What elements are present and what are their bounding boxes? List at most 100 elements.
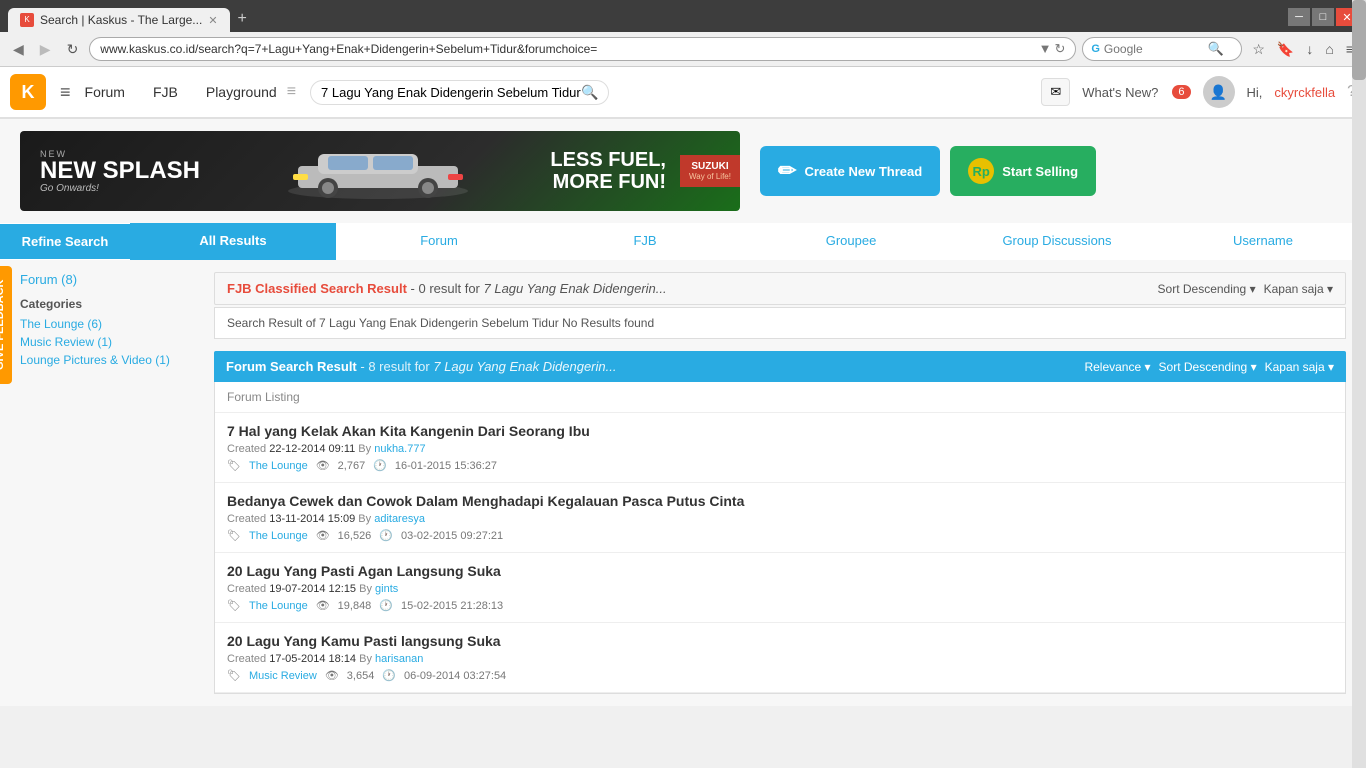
- thread-item: 20 Lagu Yang Kamu Pasti langsung Suka Cr…: [215, 623, 1345, 693]
- back-button[interactable]: ◀: [8, 39, 29, 60]
- fjb-result-bar: FJB Classified Search Result - 0 result …: [214, 272, 1346, 305]
- refresh-button[interactable]: ↻: [62, 39, 84, 60]
- thread-title-4[interactable]: 20 Lagu Yang Kamu Pasti langsung Suka: [227, 633, 1333, 649]
- eye-icon-4: 👁: [325, 669, 339, 682]
- feedback-tab[interactable]: GIVE FEEDBACK: [0, 266, 12, 384]
- banner-section: NEW NEW SPLASH Go Onwards! LESS FUEL,: [0, 119, 1366, 223]
- user-avatar[interactable]: 👤: [1203, 76, 1235, 108]
- start-selling-label: Start Selling: [1002, 164, 1078, 179]
- scrollbar[interactable]: [1352, 0, 1366, 768]
- site-search-icon[interactable]: 🔍: [581, 84, 598, 101]
- eye-icon-3: 👁: [316, 599, 330, 612]
- thread-lastpost-4: 06-09-2014 03:27:54: [404, 670, 506, 682]
- forum-listing: Forum Listing 7 Hal yang Kelak Akan Kita…: [214, 382, 1346, 694]
- rp-icon: Rp: [968, 158, 994, 184]
- sidebar-cat-the-lounge[interactable]: The Lounge (6): [20, 317, 200, 331]
- browser-search-input[interactable]: [1104, 42, 1204, 56]
- thread-author-4[interactable]: harisanan: [375, 653, 423, 665]
- forward-button[interactable]: ▶: [35, 39, 56, 60]
- forum-relevance-button[interactable]: Relevance: [1084, 360, 1150, 374]
- thread-category-3[interactable]: The Lounge: [249, 600, 308, 612]
- reload-icon[interactable]: ↻: [1054, 41, 1065, 57]
- browser-search-box[interactable]: G 🔍: [1082, 37, 1242, 61]
- forum-sort-controls: Relevance Sort Descending Kapan saja: [1084, 360, 1334, 374]
- tab-forum[interactable]: Forum: [336, 223, 542, 260]
- fjb-time-filter-button[interactable]: Kapan saja: [1264, 282, 1333, 296]
- forum-sort-descending-button[interactable]: Sort Descending: [1159, 360, 1257, 374]
- site-search-input[interactable]: [321, 85, 581, 100]
- address-bar: ◀ ▶ ↻ www.kaskus.co.id/search?q=7+Lagu+Y…: [0, 32, 1366, 67]
- browser-search-icon[interactable]: 🔍: [1208, 41, 1224, 57]
- thread-title-1[interactable]: 7 Hal yang Kelak Akan Kita Kangenin Dari…: [227, 423, 1333, 439]
- thread-category-1[interactable]: The Lounge: [249, 460, 308, 472]
- tab-favicon: K: [20, 13, 34, 27]
- site-search-box[interactable]: 🔍: [310, 80, 609, 105]
- thread-lastpost-1: 16-01-2015 15:36:27: [395, 460, 497, 472]
- star-icon[interactable]: ☆: [1248, 39, 1269, 60]
- thread-title-2[interactable]: Bedanya Cewek dan Cowok Dalam Menghadapi…: [227, 493, 1333, 509]
- fjb-sort-descending-button[interactable]: Sort Descending: [1158, 282, 1256, 296]
- thread-category-4[interactable]: Music Review: [249, 670, 317, 682]
- download-icon[interactable]: ↓: [1302, 39, 1317, 60]
- scrollbar-thumb[interactable]: [1352, 0, 1366, 80]
- synced-tabs-icon[interactable]: 🔖: [1273, 39, 1298, 60]
- thread-meta-3: Created 19-07-2014 12:15 By gints: [227, 583, 1333, 595]
- whats-new-label[interactable]: What's New?: [1082, 85, 1158, 100]
- banner-slogan-line2: MORE FUN!: [550, 171, 666, 193]
- suzuki-label: SUZUKI: [691, 161, 728, 172]
- tab-group-discussions[interactable]: Group Discussions: [954, 223, 1160, 260]
- notification-button[interactable]: ✉: [1041, 78, 1070, 106]
- nav-item-playground[interactable]: Playground: [202, 68, 281, 116]
- tab-username[interactable]: Username: [1160, 223, 1366, 260]
- hamburger-menu-icon[interactable]: ≡: [60, 82, 71, 103]
- thread-views-1: 2,767: [338, 460, 366, 472]
- nav-right: ✉ What's New? 6 👤 Hi, ckyrckfella ?: [1041, 76, 1356, 108]
- thread-date-1: 22-12-2014 09:11: [269, 443, 355, 455]
- tag-icon-4: 🏷: [227, 669, 241, 682]
- suzuki-tagline: Way of Life!: [689, 172, 731, 181]
- fjb-no-result-text: Search Result of 7 Lagu Yang Enak Dideng…: [214, 307, 1346, 339]
- tab-close-button[interactable]: ✕: [208, 14, 217, 27]
- search-tabs: Refine Search All Results Forum FJB Grou…: [0, 223, 1366, 260]
- action-buttons: ✏ Create New Thread Rp Start Selling: [760, 146, 1096, 196]
- minimize-button[interactable]: ─: [1288, 8, 1310, 26]
- thread-category-2[interactable]: The Lounge: [249, 530, 308, 542]
- forum-time-filter-button[interactable]: Kapan saja: [1265, 360, 1334, 374]
- new-tab-button[interactable]: +: [230, 6, 255, 32]
- tab-all-results[interactable]: All Results: [130, 223, 336, 260]
- thread-tags-3: 🏷 The Lounge 👁 19,848 🕐 15-02-2015 21:28…: [227, 599, 1333, 612]
- nav-item-forum[interactable]: Forum: [81, 68, 129, 116]
- bookmark-star-icon[interactable]: ▼: [1039, 41, 1052, 57]
- sidebar-cat-lounge-pictures[interactable]: Lounge Pictures & Video (1): [20, 353, 200, 367]
- nav-more-icon[interactable]: ≡: [287, 83, 296, 101]
- maximize-button[interactable]: □: [1312, 8, 1334, 26]
- thread-tags-1: 🏷 The Lounge 👁 2,767 🕐 16-01-2015 15:36:…: [227, 459, 1333, 472]
- home-icon[interactable]: ⌂: [1321, 39, 1337, 60]
- username-label[interactable]: ckyrckfella: [1274, 85, 1335, 100]
- tag-icon-3: 🏷: [227, 599, 241, 612]
- sidebar-cat-music-review[interactable]: Music Review (1): [20, 335, 200, 349]
- active-tab[interactable]: K Search | Kaskus - The Large... ✕: [8, 8, 230, 32]
- envelope-icon: ✉: [1050, 84, 1061, 100]
- tab-fjb[interactable]: FJB: [542, 223, 748, 260]
- sidebar-forum-count[interactable]: Forum (8): [20, 272, 200, 287]
- nav-item-fjb[interactable]: FJB: [149, 68, 182, 116]
- refine-search-button[interactable]: Refine Search: [0, 224, 130, 259]
- thread-item: Bedanya Cewek dan Cowok Dalam Menghadapi…: [215, 483, 1345, 553]
- fjb-query-text: 7 Lagu Yang Enak Didengerin...: [484, 281, 667, 296]
- banner-sub-label: Go Onwards!: [40, 183, 200, 194]
- thread-author-2[interactable]: aditaresya: [374, 513, 425, 525]
- thread-author-1[interactable]: nukha.777: [374, 443, 425, 455]
- clock-icon-3: 🕐: [379, 599, 393, 612]
- url-bar[interactable]: www.kaskus.co.id/search?q=7+Lagu+Yang+En…: [89, 37, 1076, 61]
- start-selling-button[interactable]: Rp Start Selling: [950, 146, 1096, 196]
- thread-title-3[interactable]: 20 Lagu Yang Pasti Agan Langsung Suka: [227, 563, 1333, 579]
- clock-icon-4: 🕐: [382, 669, 396, 682]
- logo-letter: K: [22, 82, 35, 103]
- tab-groupee[interactable]: Groupee: [748, 223, 954, 260]
- thread-views-3: 19,848: [338, 600, 372, 612]
- thread-author-3[interactable]: gints: [375, 583, 398, 595]
- eye-icon-2: 👁: [316, 529, 330, 542]
- create-new-thread-button[interactable]: ✏ Create New Thread: [760, 146, 940, 196]
- kaskus-logo[interactable]: K: [10, 74, 46, 110]
